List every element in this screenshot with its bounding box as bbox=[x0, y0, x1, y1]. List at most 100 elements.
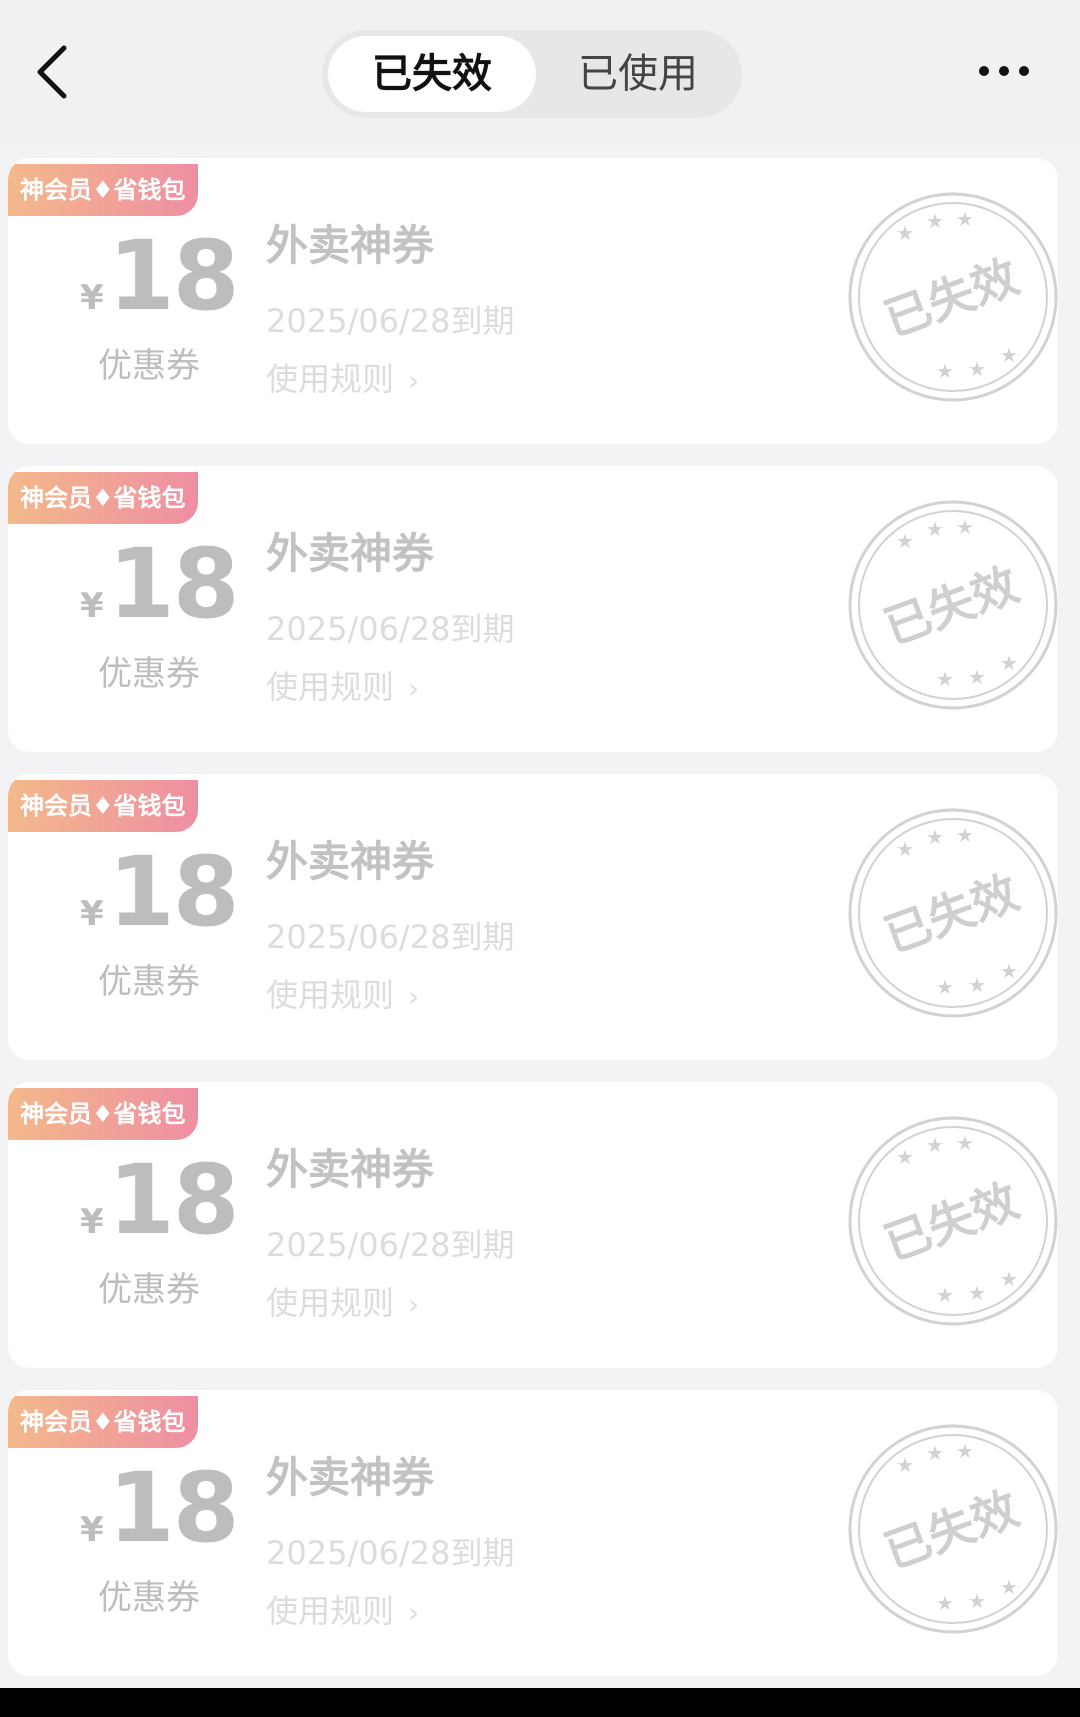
member-badge: 神会员♦省钱包 bbox=[8, 780, 198, 832]
more-horizontal-icon bbox=[979, 66, 1029, 76]
bottom-bar bbox=[0, 1688, 1080, 1717]
coupon-card[interactable]: 神会员♦省钱包 ¥ 18 优惠券 外卖神券 2025/06/28到期 使用规则 ›… bbox=[8, 466, 1058, 752]
coupon-type-label: 优惠券 bbox=[98, 346, 200, 386]
coupon-title: 外卖神券 bbox=[266, 837, 435, 886]
usage-rules-label: 使用规则 bbox=[266, 1284, 395, 1322]
svg-text:已失效: 已失效 bbox=[877, 249, 1025, 347]
currency-symbol: ¥ bbox=[80, 586, 104, 626]
svg-text:★: ★ bbox=[936, 667, 954, 691]
expired-stamp: ★ ★ ★ ★ ★ ★ 已失效 bbox=[848, 192, 1058, 402]
svg-text:★: ★ bbox=[926, 209, 944, 233]
usage-rules-link[interactable]: 使用规则 › bbox=[266, 1278, 419, 1324]
svg-text:★: ★ bbox=[956, 1439, 974, 1463]
chevron-right-icon: › bbox=[408, 364, 420, 397]
svg-text:★: ★ bbox=[936, 1591, 954, 1615]
usage-rules-link[interactable]: 使用规则 › bbox=[266, 1586, 419, 1632]
svg-text:★: ★ bbox=[968, 1281, 986, 1305]
expired-stamp: ★ ★ ★ ★ ★ ★ 已失效 bbox=[848, 808, 1058, 1018]
chevron-right-icon: › bbox=[408, 1596, 420, 1629]
svg-text:★: ★ bbox=[968, 973, 986, 997]
svg-text:★: ★ bbox=[896, 221, 914, 245]
coupon-list: 神会员♦省钱包 ¥ 18 优惠券 外卖神券 2025/06/28到期 使用规则 ›… bbox=[0, 158, 1080, 1698]
svg-text:★: ★ bbox=[1000, 959, 1018, 983]
coupon-amount: 18 bbox=[108, 1452, 240, 1564]
usage-rules-label: 使用规则 bbox=[266, 360, 395, 398]
coupon-type-label: 优惠券 bbox=[98, 1578, 200, 1618]
coupon-expiry: 2025/06/28到期 bbox=[266, 610, 515, 648]
header-bar: 已失效 已使用 bbox=[0, 0, 1080, 150]
coupon-amount: 18 bbox=[108, 1144, 240, 1256]
usage-rules-label: 使用规则 bbox=[266, 1592, 395, 1630]
coupon-amount: 18 bbox=[108, 836, 240, 948]
svg-text:已失效: 已失效 bbox=[877, 1481, 1025, 1579]
svg-text:★: ★ bbox=[926, 1441, 944, 1465]
svg-text:★: ★ bbox=[968, 1589, 986, 1613]
usage-rules-label: 使用规则 bbox=[266, 668, 395, 706]
usage-rules-link[interactable]: 使用规则 › bbox=[266, 662, 419, 708]
svg-text:★: ★ bbox=[896, 837, 914, 861]
expired-stamp: ★ ★ ★ ★ ★ ★ 已失效 bbox=[848, 1116, 1058, 1326]
svg-text:★: ★ bbox=[956, 515, 974, 539]
status-tabs: 已失效 已使用 bbox=[322, 30, 742, 118]
chevron-left-icon bbox=[37, 45, 67, 99]
svg-text:★: ★ bbox=[896, 1453, 914, 1477]
coupon-amount: 18 bbox=[108, 220, 240, 332]
member-badge: 神会员♦省钱包 bbox=[8, 472, 198, 524]
coupon-expiry: 2025/06/28到期 bbox=[266, 1226, 515, 1264]
svg-text:★: ★ bbox=[1000, 1575, 1018, 1599]
coupon-card[interactable]: 神会员♦省钱包 ¥ 18 优惠券 外卖神券 2025/06/28到期 使用规则 ›… bbox=[8, 1082, 1058, 1368]
svg-text:已失效: 已失效 bbox=[877, 865, 1025, 963]
expired-stamp: ★ ★ ★ ★ ★ ★ 已失效 bbox=[848, 1424, 1058, 1634]
member-badge: 神会员♦省钱包 bbox=[8, 1396, 198, 1448]
svg-text:★: ★ bbox=[1000, 651, 1018, 675]
expired-stamp: ★ ★ ★ ★ ★ ★ 已失效 bbox=[848, 500, 1058, 710]
coupon-card[interactable]: 神会员♦省钱包 ¥ 18 优惠券 外卖神券 2025/06/28到期 使用规则 ›… bbox=[8, 774, 1058, 1060]
coupon-amount: 18 bbox=[108, 528, 240, 640]
svg-text:★: ★ bbox=[896, 529, 914, 553]
svg-text:★: ★ bbox=[968, 665, 986, 689]
coupon-expiry: 2025/06/28到期 bbox=[266, 302, 515, 340]
chevron-right-icon: › bbox=[408, 672, 420, 705]
coupon-title: 外卖神券 bbox=[266, 221, 435, 270]
svg-text:★: ★ bbox=[936, 975, 954, 999]
svg-text:★: ★ bbox=[956, 207, 974, 231]
svg-text:已失效: 已失效 bbox=[877, 557, 1025, 655]
coupon-type-label: 优惠券 bbox=[98, 962, 200, 1002]
svg-text:★: ★ bbox=[926, 825, 944, 849]
svg-text:★: ★ bbox=[896, 1145, 914, 1169]
tab-used[interactable]: 已使用 bbox=[540, 36, 736, 112]
chevron-right-icon: › bbox=[408, 980, 420, 1013]
coupon-card[interactable]: 神会员♦省钱包 ¥ 18 优惠券 外卖神券 2025/06/28到期 使用规则 ›… bbox=[8, 1390, 1058, 1676]
currency-symbol: ¥ bbox=[80, 1510, 104, 1550]
svg-text:★: ★ bbox=[926, 517, 944, 541]
member-badge: 神会员♦省钱包 bbox=[8, 164, 198, 216]
coupon-expiry: 2025/06/28到期 bbox=[266, 918, 515, 956]
svg-text:★: ★ bbox=[968, 357, 986, 381]
svg-text:★: ★ bbox=[956, 1131, 974, 1155]
back-button[interactable] bbox=[30, 42, 90, 102]
chevron-right-icon: › bbox=[408, 1288, 420, 1321]
more-button[interactable] bbox=[974, 56, 1034, 86]
svg-text:★: ★ bbox=[1000, 343, 1018, 367]
member-badge: 神会员♦省钱包 bbox=[8, 1088, 198, 1140]
usage-rules-link[interactable]: 使用规则 › bbox=[266, 970, 419, 1016]
currency-symbol: ¥ bbox=[80, 1202, 104, 1242]
svg-text:★: ★ bbox=[936, 1283, 954, 1307]
svg-text:★: ★ bbox=[936, 359, 954, 383]
coupon-type-label: 优惠券 bbox=[98, 654, 200, 694]
coupon-expiry: 2025/06/28到期 bbox=[266, 1534, 515, 1572]
svg-text:★: ★ bbox=[926, 1133, 944, 1157]
coupon-title: 外卖神券 bbox=[266, 529, 435, 578]
usage-rules-label: 使用规则 bbox=[266, 976, 395, 1014]
coupon-type-label: 优惠券 bbox=[98, 1270, 200, 1310]
svg-text:已失效: 已失效 bbox=[877, 1173, 1025, 1271]
usage-rules-link[interactable]: 使用规则 › bbox=[266, 354, 419, 400]
svg-text:★: ★ bbox=[956, 823, 974, 847]
coupon-card[interactable]: 神会员♦省钱包 ¥ 18 优惠券 外卖神券 2025/06/28到期 使用规则 ›… bbox=[8, 158, 1058, 444]
coupon-title: 外卖神券 bbox=[266, 1453, 435, 1502]
currency-symbol: ¥ bbox=[80, 894, 104, 934]
currency-symbol: ¥ bbox=[80, 278, 104, 318]
coupon-title: 外卖神券 bbox=[266, 1145, 435, 1194]
svg-text:★: ★ bbox=[1000, 1267, 1018, 1291]
tab-expired[interactable]: 已失效 bbox=[328, 36, 536, 112]
